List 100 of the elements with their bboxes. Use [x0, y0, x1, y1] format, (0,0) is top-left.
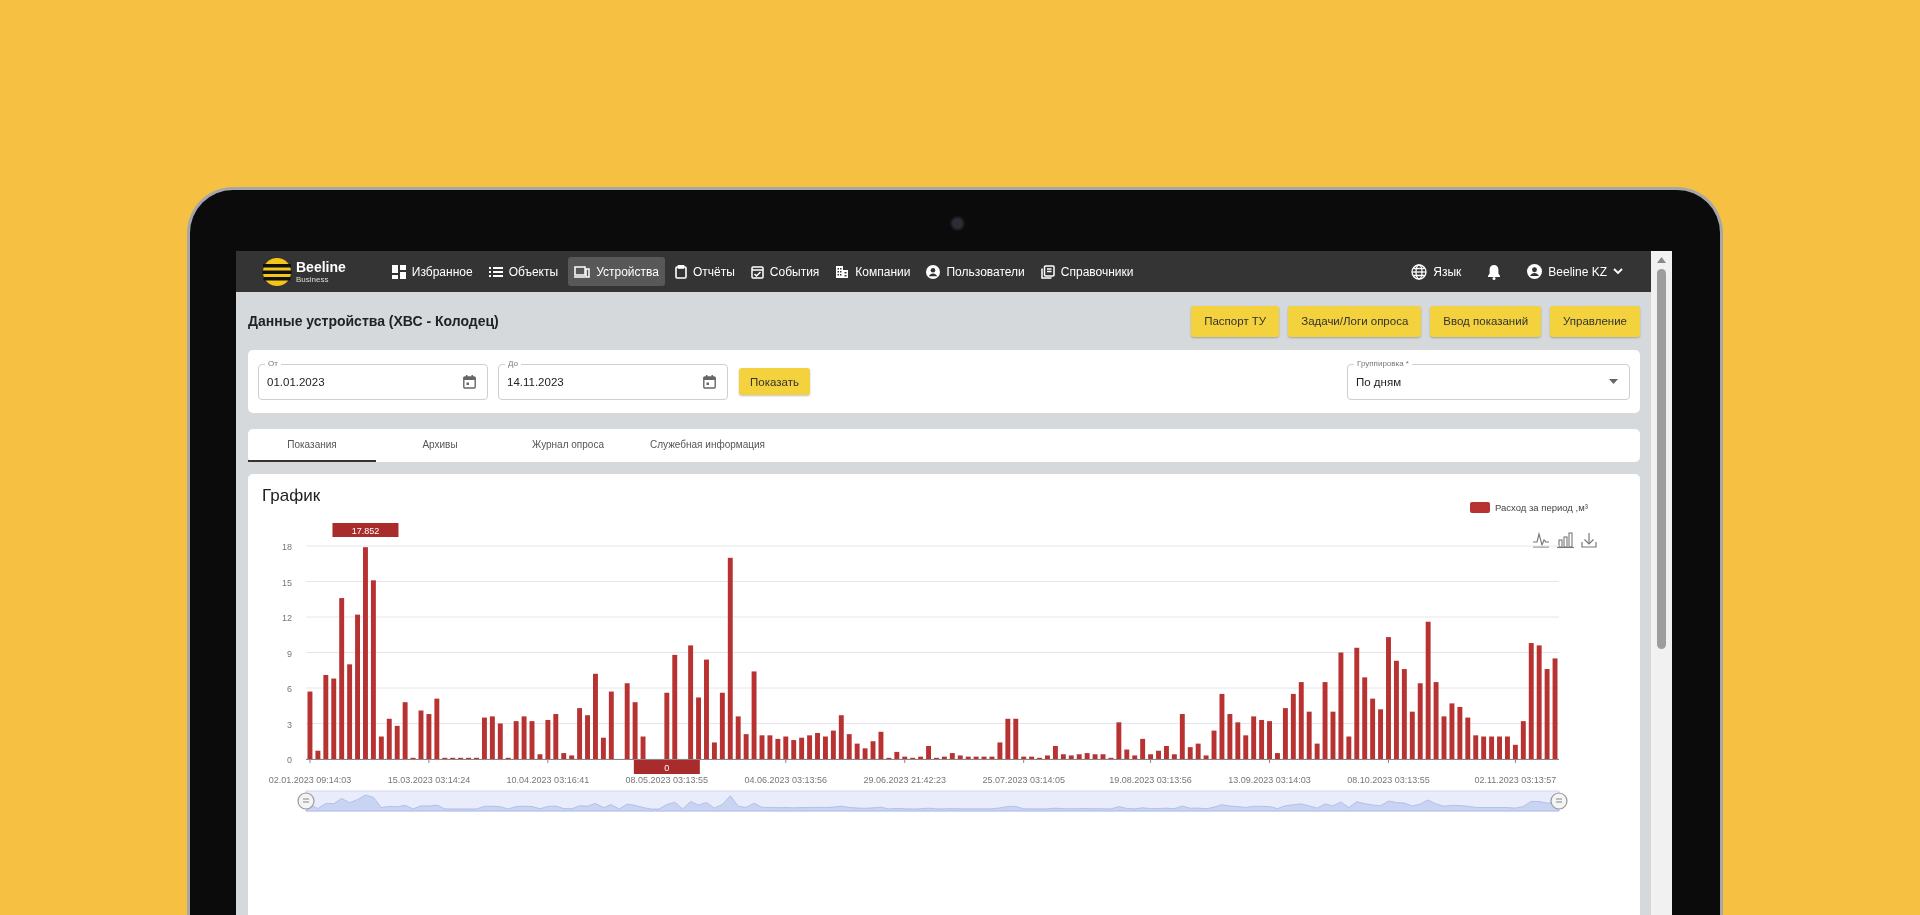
bar[interactable] — [1124, 749, 1130, 759]
bar[interactable] — [949, 753, 955, 759]
bar[interactable] — [1409, 711, 1415, 759]
action-button[interactable]: Управление — [1550, 305, 1640, 337]
scrollbar-thumb[interactable] — [1657, 269, 1666, 649]
bar[interactable] — [1417, 683, 1423, 759]
bar[interactable] — [981, 756, 987, 759]
bar[interactable] — [307, 691, 313, 759]
bar[interactable] — [1552, 658, 1558, 759]
bar[interactable] — [1528, 643, 1534, 759]
bar[interactable] — [394, 725, 400, 759]
bar[interactable] — [727, 557, 733, 759]
bar[interactable] — [862, 748, 868, 759]
bar[interactable] — [1520, 721, 1526, 759]
bar[interactable] — [402, 702, 408, 759]
bar[interactable] — [1187, 747, 1193, 759]
bar[interactable] — [902, 756, 908, 759]
bar[interactable] — [1346, 736, 1352, 759]
bar[interactable] — [1290, 693, 1296, 759]
nav-item[interactable]: Компании — [829, 257, 917, 286]
bar[interactable] — [561, 753, 567, 759]
bar[interactable] — [1449, 703, 1455, 759]
bar[interactable] — [1536, 645, 1542, 759]
bar[interactable] — [497, 723, 503, 759]
action-button[interactable]: Задачи/Логи опроса — [1288, 305, 1422, 337]
bar[interactable] — [1060, 754, 1066, 759]
bar[interactable] — [918, 756, 924, 759]
bar[interactable] — [1512, 744, 1518, 759]
bar[interactable] — [1393, 660, 1399, 759]
bar[interactable] — [1322, 682, 1328, 759]
calendar-icon[interactable] — [703, 374, 716, 389]
bar[interactable] — [513, 721, 519, 759]
bar[interactable] — [973, 756, 979, 759]
bar[interactable] — [489, 716, 495, 759]
bar[interactable] — [1132, 755, 1138, 759]
bar[interactable] — [1481, 736, 1487, 759]
bar[interactable] — [799, 737, 805, 759]
bar-chart-icon[interactable] — [1556, 532, 1575, 549]
bar[interactable] — [1473, 735, 1479, 759]
bar[interactable] — [545, 719, 551, 759]
bar[interactable] — [537, 754, 543, 759]
download-icon[interactable] — [1581, 532, 1597, 548]
bar[interactable] — [426, 714, 432, 759]
bar[interactable] — [743, 734, 749, 759]
bar[interactable] — [1116, 722, 1122, 759]
bar[interactable] — [1370, 698, 1376, 759]
bar[interactable] — [823, 736, 828, 759]
user-menu[interactable]: Beeline KZ — [1521, 257, 1629, 286]
bar[interactable] — [1457, 706, 1463, 759]
bar[interactable] — [783, 736, 789, 759]
bar[interactable] — [807, 735, 813, 759]
nav-item[interactable]: Устройства — [568, 257, 665, 286]
bar[interactable] — [767, 735, 773, 759]
tab[interactable]: Показания — [248, 429, 376, 462]
bar[interactable] — [1306, 711, 1312, 759]
bar[interactable] — [989, 756, 995, 759]
nav-item[interactable]: События — [744, 257, 826, 286]
bar[interactable] — [1013, 718, 1019, 759]
bar[interactable] — [1140, 738, 1146, 759]
bar[interactable] — [719, 692, 725, 759]
bar[interactable] — [751, 671, 757, 759]
bar[interactable] — [1243, 735, 1249, 759]
bar[interactable] — [1021, 756, 1027, 759]
slider-handle[interactable] — [297, 792, 315, 810]
bar[interactable] — [339, 598, 345, 759]
bar[interactable] — [664, 692, 670, 759]
bar[interactable] — [482, 717, 487, 759]
bar[interactable] — [838, 715, 844, 759]
bar[interactable] — [608, 691, 614, 759]
bar[interactable] — [1100, 754, 1106, 759]
bar[interactable] — [870, 741, 876, 759]
bar[interactable] — [1338, 652, 1344, 759]
bar[interactable] — [1156, 750, 1161, 759]
bar[interactable] — [632, 702, 638, 759]
nav-item[interactable]: Объекты — [482, 257, 565, 286]
bar[interactable] — [854, 743, 860, 759]
bar[interactable] — [1433, 682, 1439, 759]
nav-item[interactable]: Справочники — [1034, 257, 1140, 286]
bar[interactable] — [688, 645, 694, 759]
bar[interactable] — [1092, 754, 1098, 759]
nav-item[interactable]: Отчёты — [668, 257, 741, 286]
bar[interactable] — [331, 678, 337, 759]
bar[interactable] — [965, 756, 971, 759]
bar[interactable] — [957, 755, 963, 759]
nav-item[interactable]: Избранное — [385, 257, 479, 286]
bar[interactable] — [1465, 717, 1471, 759]
bar[interactable] — [323, 675, 329, 759]
bar[interactable] — [370, 580, 376, 759]
bar[interactable] — [894, 751, 900, 759]
bar[interactable] — [418, 710, 424, 759]
bar[interactable] — [1314, 743, 1320, 759]
bar[interactable] — [1005, 718, 1011, 759]
bar[interactable] — [1378, 709, 1384, 759]
bar[interactable] — [672, 654, 678, 759]
bar[interactable] — [315, 750, 321, 759]
bar[interactable] — [347, 664, 353, 759]
bar[interactable] — [1045, 755, 1050, 759]
scrollbar[interactable] — [1651, 251, 1672, 915]
bar[interactable] — [815, 732, 820, 759]
nav-item[interactable]: Пользователи — [920, 257, 1031, 286]
